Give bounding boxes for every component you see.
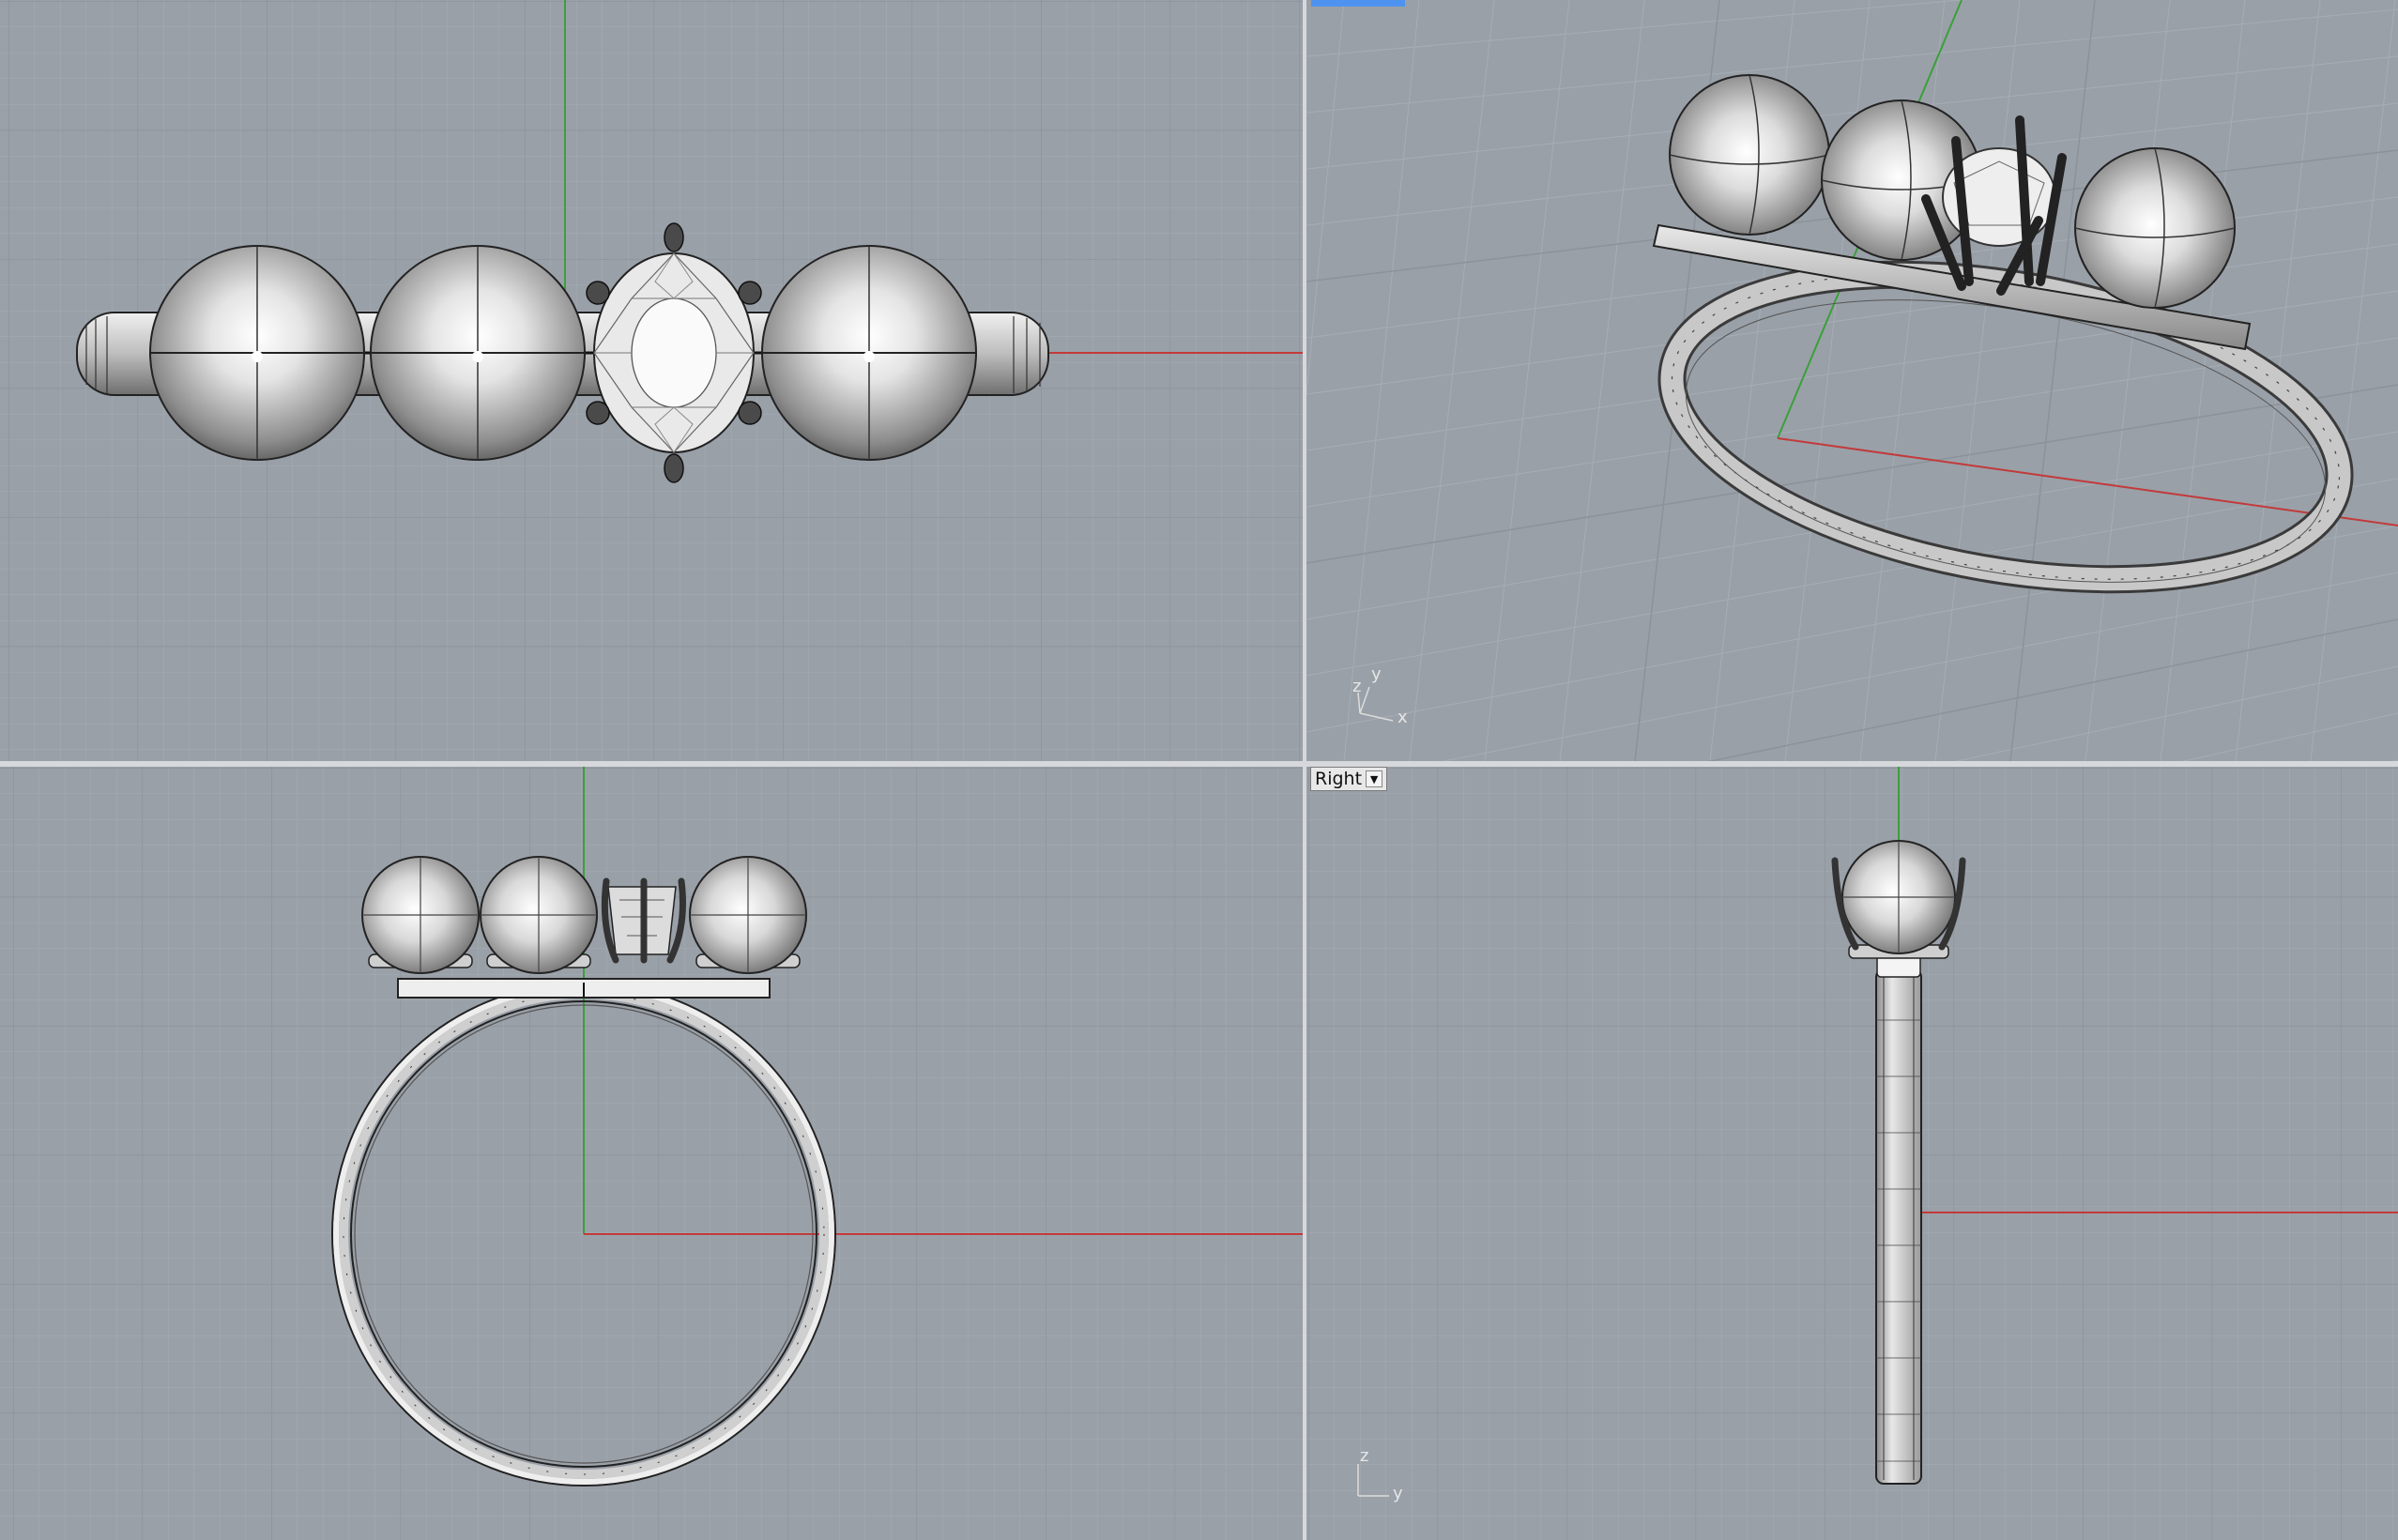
viewport-right[interactable]: Right ▼ z y [1306,767,2398,1540]
rhino-app-window: x y z Right ▼ z y [0,0,2398,1540]
viewport-right-canvas[interactable]: z y [1306,767,2398,1540]
viewport-splitter-vertical[interactable] [1303,0,1306,1540]
oval-gemstone[interactable] [593,252,755,453]
viewport-title-label[interactable]: Right [1315,769,1362,789]
viewport-front[interactable] [0,767,1303,1540]
pearl-1 [361,856,480,974]
viewport-splitter-horizontal[interactable] [0,761,2398,767]
chevron-down-icon[interactable]: ▼ [1366,770,1383,787]
viewport-top[interactable] [0,0,1303,761]
viewport-top-canvas[interactable] [0,0,1303,761]
viewport-tab-active-indicator[interactable] [1311,0,1405,7]
axis-label-y: y [1393,1484,1403,1503]
axis-label-x: x [1398,708,1408,727]
viewport-perspective[interactable]: x y z [1306,0,2398,761]
viewport-title-tab[interactable]: Right ▼ [1310,767,1388,791]
pearl-2 [370,245,586,461]
pearl-1 [1669,74,1830,236]
axis-label-z: z [1360,1446,1368,1466]
viewport-perspective-canvas[interactable]: x y z [1306,0,2398,761]
pearl-2 [480,856,598,974]
pearl-3 [689,856,807,974]
pearl-3 [2074,147,2236,309]
axis-label-z: z [1352,677,1361,696]
axis-label-y: y [1371,664,1382,684]
viewport-front-canvas[interactable] [0,767,1303,1540]
pearl-1 [149,245,365,461]
pearl-3 [761,245,977,461]
